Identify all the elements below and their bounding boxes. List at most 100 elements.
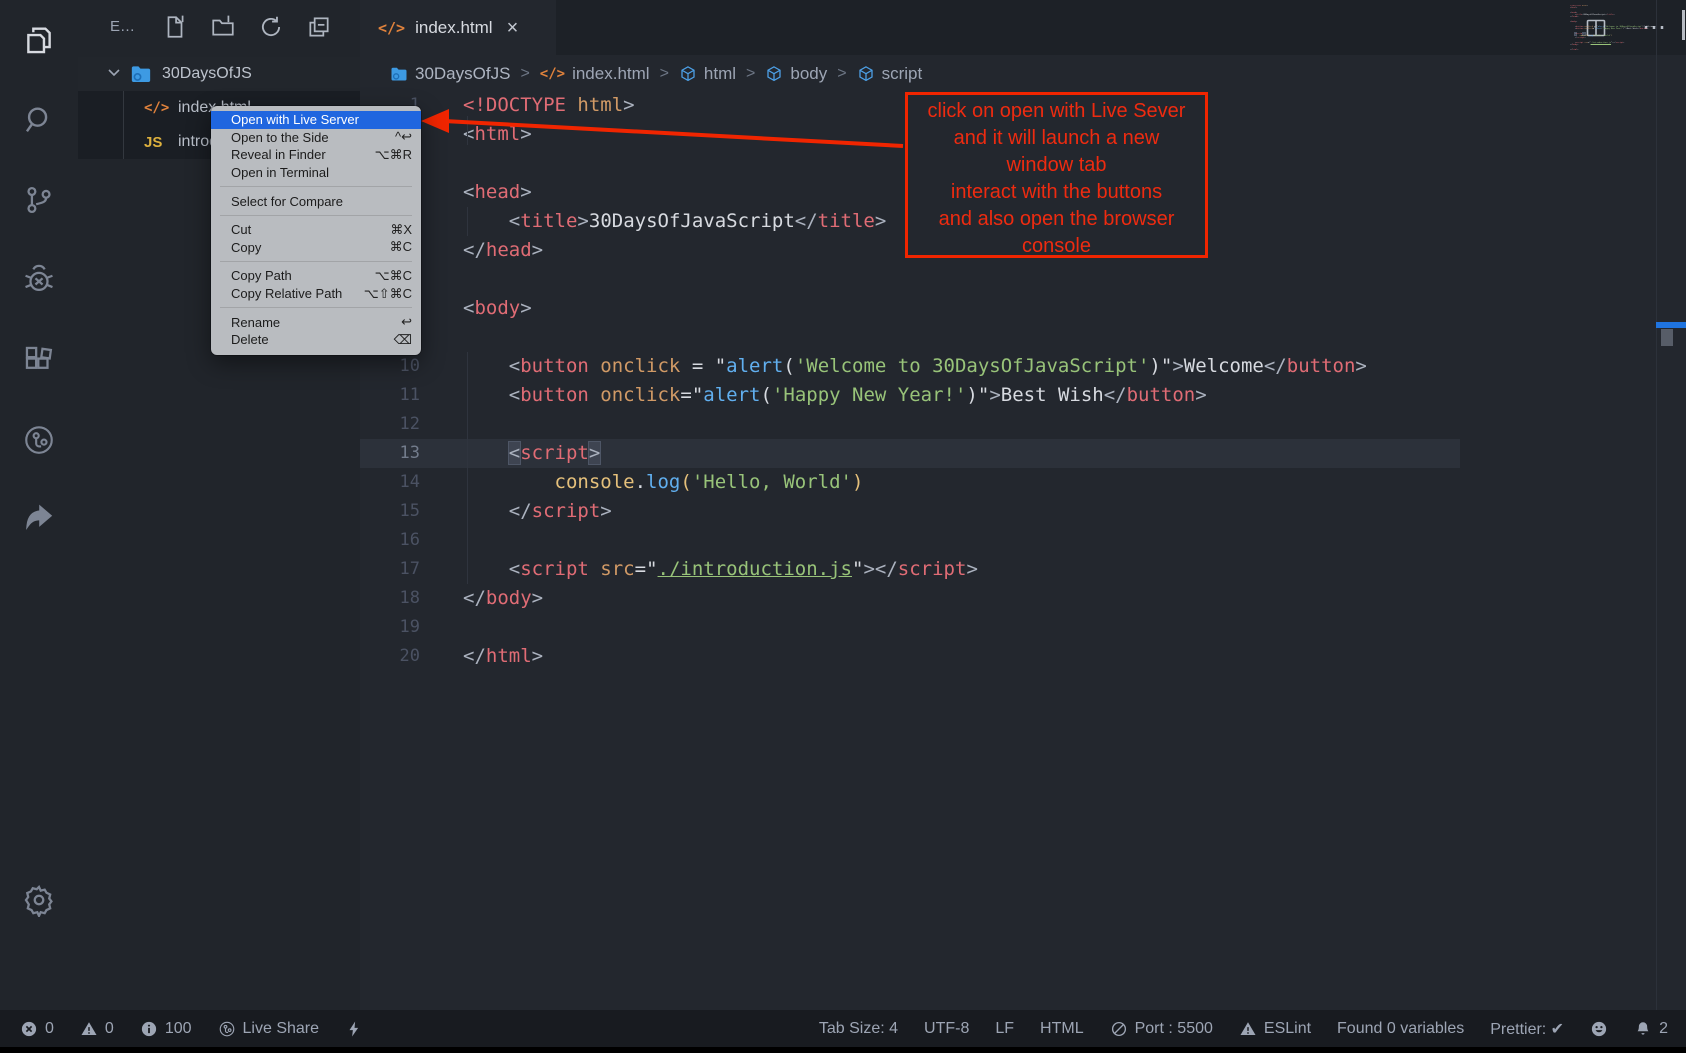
menu-item-cut[interactable]: Cut⌘X — [211, 221, 421, 239]
code-line-8[interactable]: 8<body> — [360, 294, 1686, 323]
code-token: ) — [1149, 355, 1160, 377]
code-token: html — [566, 94, 623, 116]
status-bar: 0 0 100 Live Share Tab Size: 4 UTF-8 LF HTML Po… — [0, 1010, 1686, 1047]
activity-extensions[interactable] — [0, 320, 78, 400]
menu-item-open-in-terminal[interactable]: Open in Terminal — [211, 164, 421, 182]
activity-source-control[interactable] — [0, 160, 78, 240]
menu-item-label: Copy — [231, 240, 390, 255]
tab-bar: </> index.html × ⋯ — [360, 0, 1686, 55]
status-item-eslint[interactable]: ESLint — [1239, 1020, 1311, 1038]
code-line-10[interactable]: 10 <button onclick = "alert('Welcome to … — [360, 352, 1686, 381]
code-token: </ — [875, 558, 898, 580]
status-item-0[interactable]: 0 — [20, 1020, 54, 1038]
menu-separator — [220, 307, 412, 308]
annotation-box: click on open with Live Severand it will… — [905, 92, 1208, 258]
line-number: 17 — [360, 555, 420, 584]
code-token: head — [474, 181, 520, 203]
code-token: < — [509, 384, 520, 406]
menu-item-open-to-the-side[interactable]: Open to the Side^↩ — [211, 129, 421, 147]
code-line-20[interactable]: 20</html> — [360, 642, 1686, 671]
status-item-0[interactable]: 0 — [80, 1020, 114, 1038]
status-item-tab-size-4[interactable]: Tab Size: 4 — [819, 1020, 898, 1038]
explorer-toolbar — [162, 14, 332, 40]
error-circle-icon — [20, 1020, 38, 1038]
activity-live-share[interactable] — [0, 400, 78, 480]
menu-item-rename[interactable]: Rename↩ — [211, 313, 421, 331]
menu-item-shortcut: ⌥⌘R — [375, 147, 412, 163]
status-item-label: Found 0 variables — [1337, 1020, 1464, 1038]
activity-settings[interactable] — [0, 860, 78, 940]
status-item-100[interactable]: 100 — [140, 1020, 192, 1038]
minimap[interactable]: <!DOCTYPE html><html><head> <title>30Day… — [1570, 5, 1656, 51]
code-token: log — [646, 471, 680, 493]
menu-item-select-for-compare[interactable]: Select for Compare — [211, 192, 421, 210]
tab-index-html[interactable]: </> index.html × — [360, 0, 556, 55]
activity-share[interactable] — [0, 480, 78, 560]
code-token: " — [692, 384, 703, 406]
code-token: src — [589, 558, 635, 580]
tabbar-scrollbar[interactable] — [1682, 10, 1685, 40]
breadcrumb-item-script[interactable]: script — [857, 64, 923, 84]
code-token: " — [978, 384, 989, 406]
code-token: 'Happy New Year!' — [772, 384, 966, 406]
code-token: > — [532, 239, 543, 261]
code-line-19[interactable]: 19 — [360, 613, 1686, 642]
status-item-smiley[interactable] — [1590, 1020, 1608, 1038]
breadcrumb-item-index-html[interactable]: </>index.html — [540, 64, 650, 84]
folder-row-30daysofjs[interactable]: 30DaysOfJS — [78, 57, 360, 91]
editor-scrollbar[interactable] — [1661, 329, 1673, 346]
status-item-port-5500[interactable]: Port : 5500 — [1110, 1020, 1213, 1038]
code-token: > — [577, 210, 588, 232]
status-item-utf-8[interactable]: UTF-8 — [924, 1020, 969, 1038]
code-line-17[interactable]: 17 <script src="./introduction.js"></scr… — [360, 555, 1686, 584]
vscode-window: E… 30DaysOfJS </> index.html JS introduc… — [0, 0, 1686, 1053]
activity-search[interactable] — [0, 80, 78, 160]
menu-item-open-with-live-server[interactable]: Open with Live Server — [211, 111, 421, 129]
refresh-icon[interactable] — [258, 14, 284, 40]
code-token: > — [600, 500, 611, 522]
menu-item-shortcut: ⌘X — [390, 222, 412, 238]
code-line-11[interactable]: 11 <button onclick="alert('Happy New Yea… — [360, 381, 1686, 410]
code-line-9[interactable]: 9 — [360, 323, 1686, 352]
code-line-18[interactable]: 18</body> — [360, 584, 1686, 613]
code-token — [463, 210, 509, 232]
menu-item-reveal-in-finder[interactable]: Reveal in Finder⌥⌘R — [211, 146, 421, 164]
status-item-prettier-[interactable]: Prettier: ✔ — [1490, 1019, 1564, 1039]
breadcrumb-item-body[interactable]: body — [765, 64, 827, 84]
breadcrumb-item-html[interactable]: html — [679, 64, 736, 84]
menu-item-copy-path[interactable]: Copy Path⌥⌘C — [211, 267, 421, 285]
status-item-live-share[interactable]: Live Share — [218, 1020, 320, 1038]
status-item-found-0-variables[interactable]: Found 0 variables — [1337, 1020, 1464, 1038]
indent-guide — [467, 207, 468, 236]
activity-run-debug[interactable] — [0, 240, 78, 320]
code-line-14[interactable]: 14 console.log('Hello, World') — [360, 468, 1686, 497]
code-line-16[interactable]: 16 — [360, 526, 1686, 555]
menu-item-label: Reveal in Finder — [231, 147, 375, 162]
menu-item-copy[interactable]: Copy⌘C — [211, 239, 421, 257]
overview-ruler-cursor-mark — [1656, 322, 1686, 328]
context-menu: Open with Live ServerOpen to the Side^↩R… — [211, 106, 421, 355]
code-line-13[interactable]: 13 <script> — [360, 439, 1460, 468]
breadcrumb-item-30daysofjs[interactable]: 30DaysOfJS — [390, 64, 510, 84]
code-line-12[interactable]: 12 — [360, 410, 1686, 439]
status-item-2[interactable]: 2 — [1634, 1020, 1668, 1038]
new-file-icon[interactable] — [162, 14, 188, 40]
tab-close-icon[interactable]: × — [507, 18, 519, 38]
status-item-lf[interactable]: LF — [995, 1020, 1014, 1038]
activity-explorer[interactable] — [0, 0, 78, 80]
code-text: <body> — [463, 294, 532, 323]
menu-item-copy-relative-path[interactable]: Copy Relative Path⌥⇧⌘C — [211, 285, 421, 303]
status-item-html[interactable]: HTML — [1040, 1020, 1084, 1038]
menu-item-shortcut: ⌥⇧⌘C — [364, 286, 412, 302]
new-folder-icon[interactable] — [210, 14, 236, 40]
tree-indent-guide — [123, 91, 124, 125]
line-number: 10 — [360, 352, 420, 381]
collapse-all-icon[interactable] — [306, 14, 332, 40]
warning-icon — [80, 1020, 98, 1038]
code-token — [463, 500, 509, 522]
code-line-15[interactable]: 15 </script> — [360, 497, 1686, 526]
menu-item-delete[interactable]: Delete⌫ — [211, 331, 421, 349]
code-line-7[interactable]: 7 — [360, 265, 1686, 294]
code-token: title — [818, 210, 875, 232]
status-item-bolt[interactable] — [345, 1020, 363, 1038]
